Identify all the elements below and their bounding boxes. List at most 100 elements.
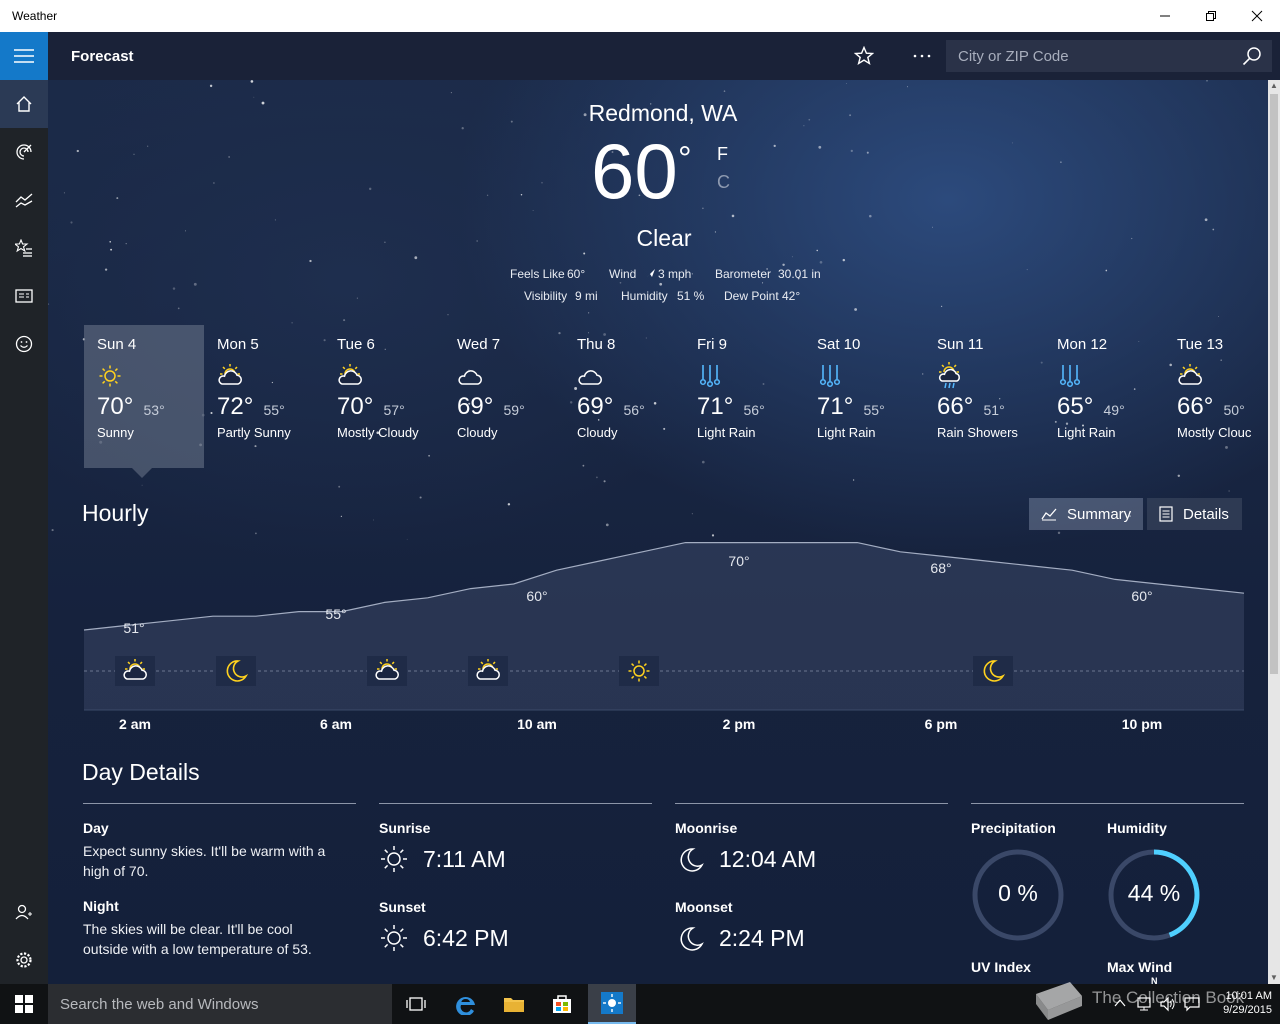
sunset-icon <box>381 925 407 951</box>
celsius-toggle[interactable]: C <box>717 172 730 193</box>
nav-forecast[interactable] <box>0 80 48 128</box>
nav-historical-weather[interactable] <box>0 176 48 224</box>
sunset-label: Sunset <box>379 899 426 915</box>
file-explorer-button[interactable] <box>490 984 538 1024</box>
day-high: 72° <box>217 393 254 420</box>
column-divider <box>83 803 356 804</box>
day-card[interactable]: Mon 5 72° 55° Partly Sunny <box>204 325 324 468</box>
hour-temperature-label: 68° <box>930 560 952 576</box>
day-details-title: Day Details <box>82 759 200 785</box>
mostly-cloudy-icon <box>338 364 362 385</box>
humidity-detail-label: Humidity <box>1107 820 1167 836</box>
day-card[interactable]: Fri 9 71° 56° Light Rain <box>684 325 804 468</box>
smiley-icon <box>15 335 33 353</box>
night-label: Night <box>83 898 119 914</box>
page-title: Forecast <box>71 48 134 65</box>
hamburger-menu-button[interactable] <box>0 32 48 80</box>
restore-button[interactable] <box>1188 0 1234 32</box>
partly-sunny-icon <box>218 364 242 385</box>
column-divider <box>675 803 948 804</box>
day-card[interactable]: Sun 4 70° 53° Sunny <box>84 325 204 468</box>
day-card[interactable]: Tue 6 70° 57° Mostly Cloudy <box>324 325 444 468</box>
store-button[interactable] <box>538 984 586 1024</box>
add-favorite-button[interactable] <box>842 32 886 80</box>
chart-icon <box>15 193 33 208</box>
nav-news[interactable] <box>0 272 48 320</box>
action-center-icon[interactable] <box>1184 996 1200 1012</box>
day-card[interactable]: Thu 8 69° 56° Cloudy <box>564 325 684 468</box>
taskbar-clock[interactable]: 10:01 AM 9/29/2015 <box>1206 989 1272 1017</box>
day-low: 49° <box>1103 402 1125 418</box>
column-divider <box>379 803 652 804</box>
hourly-title: Hourly <box>82 500 149 526</box>
day-card[interactable]: Wed 7 69° 59° Cloudy <box>444 325 564 468</box>
moonrise-time: 12:04 AM <box>719 846 817 872</box>
close-button[interactable] <box>1234 0 1280 32</box>
current-temperature: 60 <box>591 127 678 215</box>
taskbar-search-input[interactable] <box>48 984 392 1024</box>
day-card[interactable]: Sat 10 71° 55° Light Rain <box>804 325 924 468</box>
summary-label: Summary <box>1067 505 1132 523</box>
network-icon[interactable] <box>1136 996 1152 1012</box>
content-scrollbar[interactable]: ▲ ▼ <box>1268 80 1280 984</box>
hourly-chart <box>83 541 1245 711</box>
day-card[interactable]: Sun 11 66° 51° Rain Showers <box>924 325 1044 468</box>
day-condition: Mostly Cloudy <box>337 425 419 440</box>
day-card[interactable]: Tue 13 66° 50° Mostly Clouc <box>1164 325 1268 468</box>
hour-label: 10 pm <box>1121 716 1163 732</box>
wind-direction-icon <box>647 269 655 277</box>
home-icon <box>16 96 32 112</box>
day-card[interactable]: Mon 12 65° 49° Light Rain <box>1044 325 1164 468</box>
more-options-button[interactable] <box>900 32 944 80</box>
rain-showers-icon <box>938 362 960 389</box>
summary-button[interactable]: Summary <box>1029 498 1143 530</box>
volume-icon[interactable] <box>1160 996 1176 1012</box>
scroll-down-arrow[interactable]: ▼ <box>1268 972 1280 984</box>
task-view-button[interactable] <box>392 984 440 1024</box>
nav-account[interactable] <box>0 888 48 936</box>
search-icon[interactable] <box>1242 46 1262 66</box>
book-watermark-icon <box>1036 982 1082 1020</box>
nav-feedback[interactable] <box>0 320 48 368</box>
day-description-line-1: Expect sunny skies. It'll be warm with a <box>83 843 326 859</box>
current-condition: Clear <box>636 225 692 251</box>
day-low: 51° <box>983 402 1005 418</box>
dew-point-label: Dew Point <box>724 289 779 303</box>
title-bar: Weather <box>0 0 1280 32</box>
day-condition: Rain Showers <box>937 425 1018 440</box>
nav-settings[interactable] <box>0 936 48 984</box>
barometer-value: 30.01 in <box>778 267 821 281</box>
moonset-time: 2:24 PM <box>719 925 805 951</box>
show-hidden-icons-chevron[interactable] <box>1114 998 1126 1008</box>
day-condition: Sunny <box>97 425 134 440</box>
start-button[interactable] <box>0 984 48 1024</box>
night-description-line-1: The skies will be clear. It'll be cool <box>83 921 293 937</box>
scrollbar-thumb[interactable] <box>1270 94 1278 674</box>
day-name: Wed 7 <box>457 336 501 353</box>
details-button[interactable]: Details <box>1147 498 1242 530</box>
day-low: 59° <box>503 402 525 418</box>
precipitation-value: 0 % <box>998 880 1038 906</box>
nav-places[interactable] <box>0 224 48 272</box>
feels-like-value: 60° <box>567 267 586 281</box>
taskbar-search <box>48 984 392 1024</box>
close-icon <box>1251 10 1263 22</box>
weather-app-button[interactable] <box>588 984 636 1024</box>
day-name: Sun 4 <box>97 336 137 353</box>
day-condition: Light Rain <box>697 425 756 440</box>
fahrenheit-toggle[interactable]: F <box>717 144 728 165</box>
rain-icon <box>819 365 841 388</box>
taskbar-time: 10:01 AM <box>1225 990 1272 1002</box>
hour-temperature-label: 60° <box>526 588 548 604</box>
nav-maps[interactable] <box>0 128 48 176</box>
minimize-button[interactable] <box>1142 0 1188 32</box>
location-name: Redmond, WA <box>588 100 738 126</box>
search-input[interactable] <box>946 40 1236 72</box>
wind-value: 3 mph <box>658 267 692 281</box>
navigation-rail <box>0 32 48 984</box>
edge-browser-button[interactable] <box>442 984 490 1024</box>
scroll-up-arrow[interactable]: ▲ <box>1268 80 1280 92</box>
day-condition: Cloudy <box>457 425 498 440</box>
day-name: Sat 10 <box>817 336 861 353</box>
moonrise-icon <box>680 848 704 872</box>
